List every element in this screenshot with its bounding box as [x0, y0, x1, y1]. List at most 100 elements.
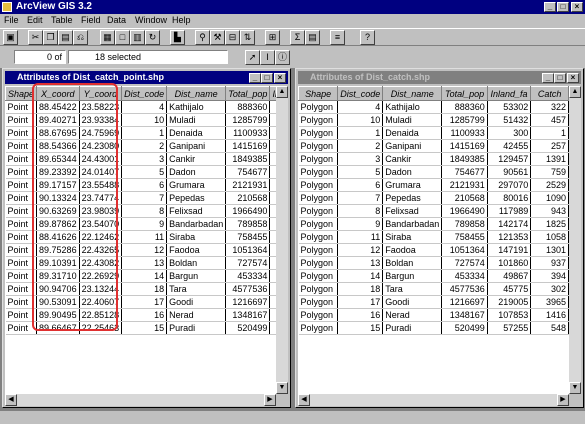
table-cell[interactable]: Cankir [382, 152, 443, 166]
table-cell[interactable]: 10 [337, 113, 384, 127]
table-cell[interactable]: Polygon [298, 191, 339, 205]
table-cell[interactable]: Polygon [298, 321, 339, 335]
table-row[interactable]: Polygon 12 Faodoa 1051364 147191 1301 [298, 243, 569, 257]
table-cell[interactable]: 15 [121, 321, 168, 335]
table-row[interactable]: Point 88.54366 24.23080 2 Ganipani 1415169 [5, 139, 276, 153]
left-minimize-button[interactable]: _ [249, 73, 261, 83]
table-cell[interactable]: Point [5, 165, 38, 179]
table-cell[interactable]: 49867 [487, 269, 532, 283]
table-cell[interactable]: 758455 [441, 230, 488, 244]
maximize-button[interactable]: □ [557, 2, 569, 12]
table-cell[interactable]: 88.54366 [36, 139, 80, 153]
table-cell[interactable]: 89.23392 [36, 165, 80, 179]
table-row[interactable]: Polygon 13 Boldan 727574 101860 937 [298, 256, 569, 270]
table-cell[interactable]: 15 [337, 321, 384, 335]
table-cell[interactable]: Siraba [382, 230, 443, 244]
column-header[interactable]: Dist_code [337, 86, 384, 101]
table-cell[interactable]: 210568 [225, 191, 271, 205]
table-cell[interactable]: Polygon [298, 204, 339, 218]
table-cell[interactable]: 89.17157 [36, 178, 80, 192]
table-cell[interactable]: 6 [121, 178, 168, 192]
table-row[interactable]: Point 89.31710 22.26929 14 Bargun 453334 [5, 269, 276, 283]
table-cell[interactable]: 12 [337, 243, 384, 257]
table-cell[interactable]: Polygon [298, 113, 339, 127]
table-cell[interactable]: 107853 [487, 308, 532, 322]
left-attribute-grid[interactable]: Shape X_coord Y_coord Dist_code Dist_name Tot… [5, 86, 276, 394]
table-row[interactable]: Polygon 7 Pepedas 210568 80016 1090 [298, 191, 569, 205]
table-cell[interactable]: 1849385 [441, 152, 488, 166]
statistics-icon[interactable]: ≡ [330, 30, 345, 45]
help-icon[interactable]: ? [360, 30, 375, 45]
table-cell[interactable]: 4577536 [225, 282, 271, 296]
column-header[interactable]: Inland_fa [486, 86, 532, 101]
table-cell[interactable]: 90.63269 [36, 204, 80, 218]
table-cell[interactable]: 53302 [487, 100, 532, 114]
table-cell[interactable]: Point [5, 152, 38, 166]
table-cell[interactable]: 90.94706 [36, 282, 80, 296]
table-cell[interactable]: 2 [121, 139, 168, 153]
table-cell[interactable]: 89.87862 [36, 217, 80, 231]
table-cell[interactable]: 2121931 [441, 178, 488, 192]
table-cell[interactable]: 888360 [441, 100, 488, 114]
table-cell[interactable]: Point [5, 126, 38, 140]
table-cell[interactable]: Puradi [382, 321, 443, 335]
table-cell[interactable]: Point [5, 191, 38, 205]
table-cell[interactable]: 457 [530, 113, 569, 127]
table-cell[interactable]: 1966490 [441, 204, 488, 218]
table-cell[interactable]: 23.54070 [79, 217, 123, 231]
table-cell[interactable]: 17 [337, 295, 384, 309]
table-cell[interactable]: 18 [337, 282, 384, 296]
table-cell[interactable]: 142174 [487, 217, 532, 231]
table-cell[interactable]: 453334 [441, 269, 488, 283]
table-cell[interactable]: 727574 [441, 256, 488, 270]
table-cell[interactable]: 1348167 [225, 308, 271, 322]
table-cell[interactable]: Polygon [298, 100, 339, 114]
table-cell[interactable]: 1051364 [441, 243, 488, 257]
chart-icon[interactable]: ▙ [170, 30, 185, 45]
table-cell[interactable]: Grumara [166, 178, 227, 192]
table-cell[interactable]: 9 [121, 217, 168, 231]
table-row[interactable]: Point 90.94706 23.13244 18 Tara 4577536 [5, 282, 276, 296]
menu-window[interactable]: Window [135, 15, 167, 25]
left-scroll-down-icon[interactable]: ▼ [276, 382, 288, 394]
table-cell[interactable]: Point [5, 217, 38, 231]
table-cell[interactable]: 14 [121, 269, 168, 283]
column-header[interactable]: Shape [298, 86, 339, 101]
table-cell[interactable]: Polygon [298, 243, 339, 257]
table-cell[interactable]: 10 [121, 113, 168, 127]
table-cell[interactable]: 5 [337, 165, 384, 179]
column-header[interactable]: Y_coord [78, 86, 123, 101]
table-row[interactable]: Polygon 6 Grumara 2121931 297070 2529 [298, 178, 569, 192]
table-row[interactable]: Polygon 15 Puradi 520499 57255 548 [298, 321, 569, 335]
table-cell[interactable]: Point [5, 256, 38, 270]
table-row[interactable]: Polygon 2 Ganipani 1415169 42455 257 [298, 139, 569, 153]
table-cell[interactable]: 758455 [225, 230, 271, 244]
table-cell[interactable]: Point [5, 269, 38, 283]
table-cell[interactable]: 759 [530, 165, 569, 179]
table-cell[interactable]: Goodi [166, 295, 227, 309]
table-cell[interactable]: Cankir [166, 152, 227, 166]
table-cell[interactable]: 147191 [487, 243, 532, 257]
table-cell[interactable]: 88.41626 [36, 230, 80, 244]
table-cell[interactable]: Faodoa [166, 243, 227, 257]
table-cell[interactable]: Nerad [166, 308, 227, 322]
close-button[interactable]: × [571, 2, 583, 12]
table-cell[interactable]: 8 [121, 204, 168, 218]
column-header[interactable]: Catch [530, 86, 569, 101]
table-row[interactable]: Point 88.45422 23.58223 4 Kathijalo 888360 [5, 100, 276, 114]
table-cell[interactable]: Nerad [382, 308, 443, 322]
table-cell[interactable]: 754677 [441, 165, 488, 179]
table-cell[interactable]: Point [5, 178, 38, 192]
table-cell[interactable]: 11 [121, 230, 168, 244]
table-cell[interactable]: Point [5, 139, 38, 153]
table-cell[interactable]: Muladi [166, 113, 227, 127]
table-cell[interactable]: 1416 [530, 308, 569, 322]
table-cell[interactable]: 13 [121, 256, 168, 270]
table-cell[interactable]: Tara [382, 282, 443, 296]
table-row[interactable]: Polygon 16 Nerad 1348167 107853 1416 [298, 308, 569, 322]
table-cell[interactable]: Denaida [166, 126, 227, 140]
table-cell[interactable]: 789858 [441, 217, 488, 231]
table-cell[interactable]: 24.75969 [79, 126, 123, 140]
table-cell[interactable]: Point [5, 204, 38, 218]
table-cell[interactable]: 17 [121, 295, 168, 309]
